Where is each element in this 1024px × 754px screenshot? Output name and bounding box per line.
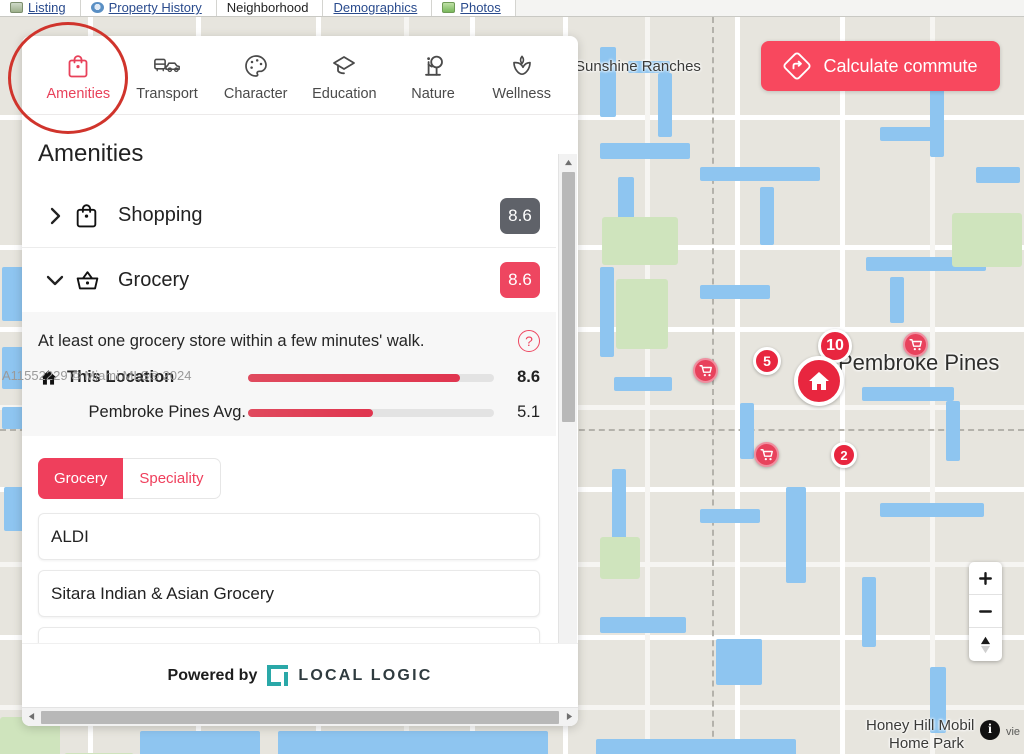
score-bar-value: 5.1: [517, 403, 540, 421]
poi-list: ALDI Sitara Indian & Asian Grocery Kimch…: [22, 499, 556, 661]
map-attribution: vie: [1005, 726, 1020, 738]
history-icon: [90, 2, 104, 13]
question-mark-icon[interactable]: ?: [518, 330, 540, 352]
chevron-down-icon[interactable]: [36, 274, 74, 287]
score-bar-value: 8.6: [517, 368, 540, 386]
detail-description: At least one grocery store within a few …: [38, 331, 425, 350]
nav-item-transport-label: Transport: [136, 85, 198, 102]
palette-icon: [244, 54, 267, 77]
nav-item-nature-label: Nature: [411, 85, 455, 102]
map-cluster-marker[interactable]: 2: [831, 442, 857, 468]
score-bar-row: Pembroke Pines Avg. 5.1: [38, 403, 540, 422]
score-bar-track: [248, 408, 494, 417]
amenity-category-nav[interactable]: Amenities Transport Character Education …: [22, 36, 578, 115]
category-score-badge: 8.6: [500, 197, 540, 234]
listing-icon: [10, 2, 23, 13]
section-title: Amenities: [38, 140, 144, 167]
directions-diamond-icon: [783, 52, 811, 80]
score-bar-track: [248, 373, 494, 382]
nav-item-nature[interactable]: Nature: [389, 49, 478, 102]
minus-icon: [979, 609, 992, 613]
tab-demographics-label: Demographics: [333, 0, 418, 15]
filter-tab-grocery[interactable]: Grocery: [38, 458, 124, 499]
nav-item-education[interactable]: Education: [300, 49, 389, 102]
map-grocery-marker[interactable]: [693, 358, 718, 383]
tab-listing-label: Listing: [28, 0, 66, 15]
zoom-in-button[interactable]: [969, 562, 1002, 595]
map-info-button[interactable]: i: [980, 720, 1000, 740]
nav-item-education-label: Education: [312, 85, 377, 102]
zoom-out-button[interactable]: [969, 595, 1002, 628]
compass-reset-button[interactable]: [969, 628, 1002, 661]
map-zoom-controls[interactable]: [969, 562, 1002, 661]
nav-item-character-label: Character: [223, 85, 288, 102]
shopping-cart-icon: [759, 448, 773, 460]
home-icon: [809, 372, 829, 390]
shopping-cart-icon: [908, 338, 922, 350]
category-name: Grocery: [118, 268, 190, 291]
nav-item-wellness[interactable]: Wellness: [477, 49, 566, 102]
nav-item-transport[interactable]: Transport: [123, 49, 212, 102]
panel-scroll-area[interactable]: Amenities Shopping 8.6 Grocery 8.6 At le…: [22, 116, 578, 661]
tab-listing[interactable]: Listing: [0, 0, 81, 16]
nav-item-wellness-label: Wellness: [492, 85, 551, 102]
scroll-left-arrow[interactable]: [22, 712, 40, 723]
map-label: Home Park: [889, 735, 965, 752]
shopping-bag-icon: [68, 54, 88, 77]
tab-neighborhood-label: Neighborhood: [226, 0, 309, 15]
bus-car-icon: [154, 58, 180, 72]
map-cluster-marker[interactable]: 5: [753, 347, 781, 375]
list-item[interactable]: ALDI: [38, 513, 540, 560]
map-label: Sunshine Ranches: [575, 58, 701, 75]
nav-item-amenities[interactable]: Amenities: [34, 49, 123, 102]
nav-item-character[interactable]: Character: [211, 49, 300, 102]
calculate-commute-button[interactable]: Calculate commute: [761, 41, 1000, 91]
category-row-shopping[interactable]: Shopping 8.6: [22, 184, 556, 248]
graduation-cap-icon: [333, 55, 356, 74]
calculate-commute-label: Calculate commute: [823, 55, 978, 76]
tab-photos-label: Photos: [460, 0, 501, 15]
tab-photos[interactable]: Photos: [432, 0, 516, 16]
lotus-icon: [512, 55, 531, 75]
category-name: Shopping: [118, 204, 203, 226]
tab-property-history[interactable]: Property History: [80, 0, 217, 16]
photos-icon: [442, 2, 456, 13]
category-row-grocery[interactable]: Grocery 8.6: [22, 248, 556, 312]
tree-person-icon: [425, 55, 443, 76]
tab-demographics[interactable]: Demographics: [323, 0, 433, 16]
shopping-cart-icon: [698, 364, 712, 376]
map-grocery-marker[interactable]: [754, 442, 779, 467]
score-bar-label-city-average: Pembroke Pines Avg.: [38, 403, 248, 422]
poi-filter-tabs[interactable]: Grocery Speciality: [22, 436, 556, 499]
map-label: Honey Hill Mobil: [866, 717, 975, 734]
shopping-bag-icon: [74, 202, 118, 229]
horizontal-scroll-thumb[interactable]: [41, 710, 559, 724]
scroll-right-arrow[interactable]: [560, 712, 578, 723]
compass-north-icon: [980, 636, 991, 653]
mls-watermark: A11552229 © Miami MLS® 2024: [2, 368, 192, 383]
map-home-marker[interactable]: [794, 356, 844, 406]
map-grocery-marker[interactable]: [903, 332, 928, 357]
list-item[interactable]: Sitara Indian & Asian Grocery: [38, 570, 540, 617]
powered-by-label: Powered by: [167, 666, 258, 684]
tab-property-history-label: Property History: [108, 0, 202, 15]
category-score-badge: 8.6: [500, 262, 540, 298]
vertical-scroll-thumb[interactable]: [562, 172, 575, 422]
nav-item-amenities-label: Amenities: [46, 85, 111, 102]
chevron-right-icon[interactable]: [36, 206, 74, 226]
tab-neighborhood[interactable]: Neighborhood: [216, 0, 324, 16]
browser-tab-strip[interactable]: Listing Property History Neighborhood De…: [0, 0, 1024, 17]
plus-icon: [979, 571, 992, 585]
filter-tab-speciality[interactable]: Speciality: [123, 458, 221, 499]
scroll-up-arrow[interactable]: [559, 154, 577, 171]
local-logic-wordmark: LOCAL LOGIC: [298, 666, 433, 684]
score-bar-label-text: Pembroke Pines Avg.: [88, 403, 246, 421]
panel-vertical-scrollbar[interactable]: [558, 154, 577, 680]
panel-footer: Powered by LOCAL LOGIC: [22, 643, 578, 707]
panel-horizontal-scrollbar[interactable]: [22, 707, 578, 726]
basket-icon: [74, 267, 118, 294]
local-logic-logo: [267, 665, 289, 686]
